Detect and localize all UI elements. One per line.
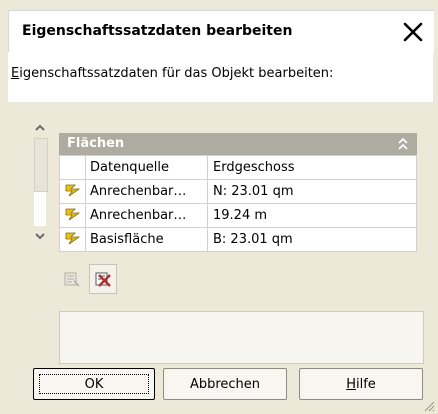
table-row[interactable]: Anrechenbar… 19.24 m: [59, 203, 417, 228]
lightning-icon: [65, 208, 80, 220]
property-name: Anrechenbar…: [85, 203, 208, 228]
property-value[interactable]: N: 23.01 qm: [207, 179, 417, 204]
table-row[interactable]: Anrechenbar… N: 23.01 qm: [59, 179, 417, 204]
scroll-down-icon[interactable]: [35, 232, 45, 240]
instruction-label: Eigenschaftssatzdaten für das Objekt bea…: [11, 66, 333, 81]
property-set-toolbar: [58, 264, 118, 296]
property-value[interactable]: Erdgeschoss: [207, 155, 417, 180]
help-label: Hilfe: [346, 377, 376, 392]
property-name: Datenquelle: [85, 155, 208, 180]
property-value[interactable]: B: 23.01 qm: [207, 227, 417, 252]
dialog-title: Eigenschaftssatzdaten bearbeiten: [22, 23, 293, 39]
focus-rectangle: [39, 374, 149, 394]
table-row[interactable]: Datenquelle Erdgeschoss: [59, 155, 417, 180]
property-grid: Datenquelle Erdgeschoss Anrechenbar… N: …: [59, 155, 417, 252]
close-icon: [403, 22, 423, 42]
description-panel: [59, 311, 424, 364]
property-value[interactable]: 19.24 m: [207, 203, 417, 228]
add-property-set-icon: [64, 272, 80, 287]
row-icon-cell: [59, 203, 86, 228]
lightning-icon: [65, 232, 80, 244]
group-title: Flächen: [67, 136, 125, 151]
remove-property-set-icon: [95, 272, 111, 287]
help-text: ilfe: [355, 376, 376, 392]
instruction-text: igenschaftssatzdaten für das Objekt bear…: [19, 66, 334, 81]
remove-property-set-button[interactable]: [89, 264, 117, 294]
help-button[interactable]: Hilfe: [299, 368, 423, 400]
group-header-flaechen[interactable]: Flächen: [59, 133, 417, 155]
row-icon-cell: [59, 155, 86, 180]
instruction-mnemonic: E: [11, 66, 20, 81]
title-bar: Eigenschaftssatzdaten bearbeiten: [8, 10, 434, 53]
property-name: Anrechenbar…: [85, 179, 208, 204]
help-mnemonic: H: [346, 376, 356, 392]
row-icon-cell: [59, 227, 86, 252]
property-name: Basisfläche: [85, 227, 208, 252]
scrollbar-track[interactable]: [34, 192, 46, 226]
cancel-button[interactable]: Abbrechen: [163, 368, 287, 400]
collapse-chevron-icon[interactable]: [397, 137, 409, 151]
ok-button[interactable]: OK: [33, 368, 155, 400]
lightning-icon: [65, 184, 80, 196]
add-property-set-button[interactable]: [58, 264, 86, 294]
scrollbar-thumb[interactable]: [34, 138, 48, 192]
table-row[interactable]: Basisfläche B: 23.01 qm: [59, 227, 417, 252]
vertical-scrollbar[interactable]: [32, 118, 48, 246]
scroll-up-icon[interactable]: [35, 124, 45, 132]
resize-grip-icon[interactable]: [423, 400, 435, 412]
row-icon-cell: [59, 179, 86, 204]
close-button[interactable]: [397, 17, 429, 47]
dialog-window: Eigenschaftssatzdaten bearbeiten Eigensc…: [0, 0, 438, 414]
cancel-label: Abbrechen: [189, 376, 261, 392]
